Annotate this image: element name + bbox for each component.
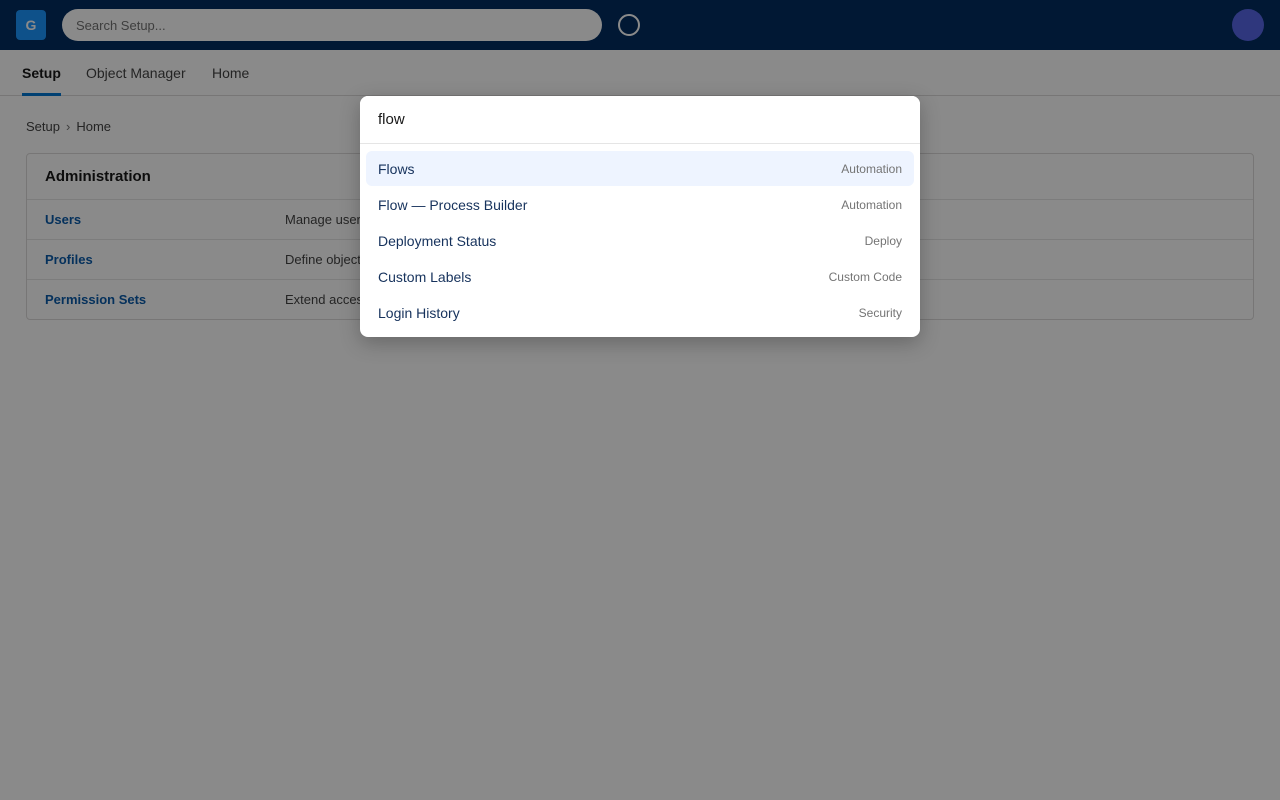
result-category: Automation (841, 198, 902, 212)
result-item-custom-labels[interactable]: Custom Labels Custom Code (366, 259, 914, 294)
result-category: Security (858, 306, 902, 320)
result-label: Flow — Process Builder (378, 197, 528, 213)
quick-find-dialog: Flows Automation Flow — Process Builder … (360, 96, 920, 337)
result-category: Custom Code (828, 270, 902, 284)
result-category: Automation (841, 162, 902, 176)
result-item-flows[interactable]: Flows Automation (366, 151, 914, 186)
result-item-deployment-status[interactable]: Deployment Status Deploy (366, 223, 914, 258)
result-label: Login History (378, 305, 460, 321)
quick-find-input[interactable] (360, 96, 920, 144)
result-item-process-builder[interactable]: Flow — Process Builder Automation (366, 187, 914, 222)
result-category: Deploy (864, 234, 902, 248)
result-item-login-history[interactable]: Login History Security (366, 295, 914, 330)
result-label: Flows (378, 161, 415, 177)
result-label: Deployment Status (378, 233, 497, 249)
result-label: Custom Labels (378, 269, 472, 285)
